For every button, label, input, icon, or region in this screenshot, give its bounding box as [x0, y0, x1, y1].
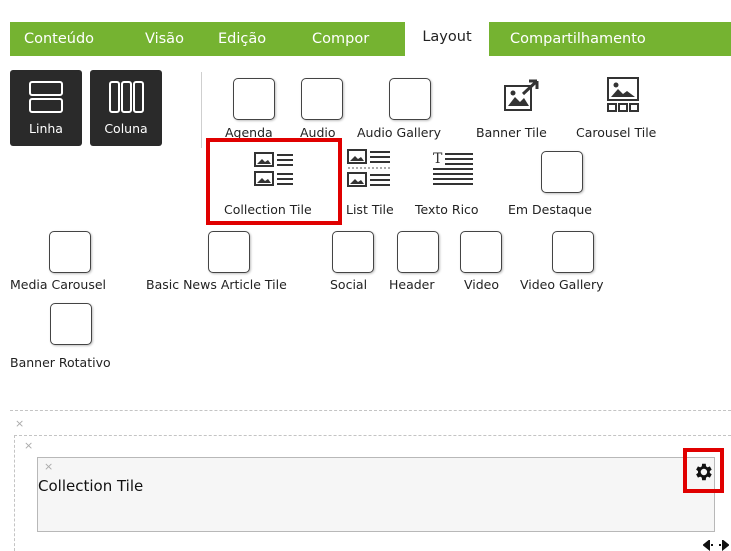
tile-label: Audio Gallery	[357, 125, 442, 140]
add-row-label: Linha	[29, 121, 63, 136]
tile-placeholder-icon	[397, 231, 439, 273]
tile-placeholder-icon	[208, 231, 250, 273]
tile-remove-icon[interactable]: ×	[44, 461, 53, 472]
row-remove-icon[interactable]: ×	[15, 418, 24, 429]
column-layout-icon	[109, 81, 144, 113]
add-column-button[interactable]: Coluna	[90, 70, 162, 146]
column-border-top	[14, 435, 731, 436]
tile-label: Video	[464, 277, 500, 292]
tile-placeholder-icon	[50, 303, 92, 345]
tile-label: List Tile	[346, 202, 394, 217]
tile-placeholder-icon	[552, 231, 594, 273]
tab-bar: Conteúdo Visão Edição Compor Layout Comp…	[10, 16, 731, 56]
tile-label: Audio	[300, 125, 336, 140]
tile-label: Basic News Article Tile	[146, 277, 287, 292]
drop-area-border-top	[10, 410, 731, 411]
tile-placeholder-icon	[49, 231, 91, 273]
add-row-button[interactable]: Linha	[10, 70, 82, 146]
tile-label: Header	[389, 277, 435, 292]
tile-placeholder-icon	[460, 231, 502, 273]
tile-label: Video Gallery	[520, 277, 604, 292]
tile-label: Social	[330, 277, 368, 292]
collection-icon	[254, 152, 293, 186]
tab-edicao[interactable]: Edição	[218, 22, 266, 56]
list-icon	[347, 149, 390, 187]
tab-compor[interactable]: Compor	[312, 22, 369, 56]
tile-label: Collection Tile	[224, 202, 312, 217]
tile-placeholder-icon	[301, 78, 343, 120]
tab-conteudo[interactable]: Conteúdo	[24, 22, 94, 56]
tile-label: Carousel Tile	[576, 125, 657, 140]
tile-label: Banner Tile	[476, 125, 547, 140]
column-border-left	[14, 435, 15, 551]
add-column-label: Coluna	[104, 121, 148, 136]
tile-label: Texto Rico	[415, 202, 479, 217]
rich-text-icon: T	[433, 151, 473, 185]
toolbar-divider	[201, 72, 202, 148]
tile-placeholder-icon	[541, 151, 583, 193]
row-layout-icon	[29, 81, 63, 113]
resize-arrows-icon[interactable]	[703, 540, 729, 551]
tab-compartilhamento[interactable]: Compartilhamento	[510, 22, 646, 56]
tab-layout[interactable]: Layout	[405, 16, 489, 56]
svg-text:T: T	[433, 151, 443, 167]
tile-placeholder-icon	[389, 78, 431, 120]
banner-image-icon	[504, 79, 539, 111]
collection-tile-title: Collection Tile	[38, 477, 144, 495]
tab-visao[interactable]: Visão	[145, 22, 184, 56]
tile-label: Em Destaque	[508, 202, 592, 217]
tile-label: Banner Rotativo	[10, 355, 111, 370]
tile-label: Agenda	[225, 125, 273, 140]
tile-placeholder-icon	[233, 78, 275, 120]
carousel-icon	[607, 77, 639, 112]
column-remove-icon[interactable]: ×	[24, 440, 33, 451]
gear-icon[interactable]	[692, 461, 714, 483]
tile-placeholder-icon	[332, 231, 374, 273]
tile-label: Media Carousel	[10, 277, 107, 292]
